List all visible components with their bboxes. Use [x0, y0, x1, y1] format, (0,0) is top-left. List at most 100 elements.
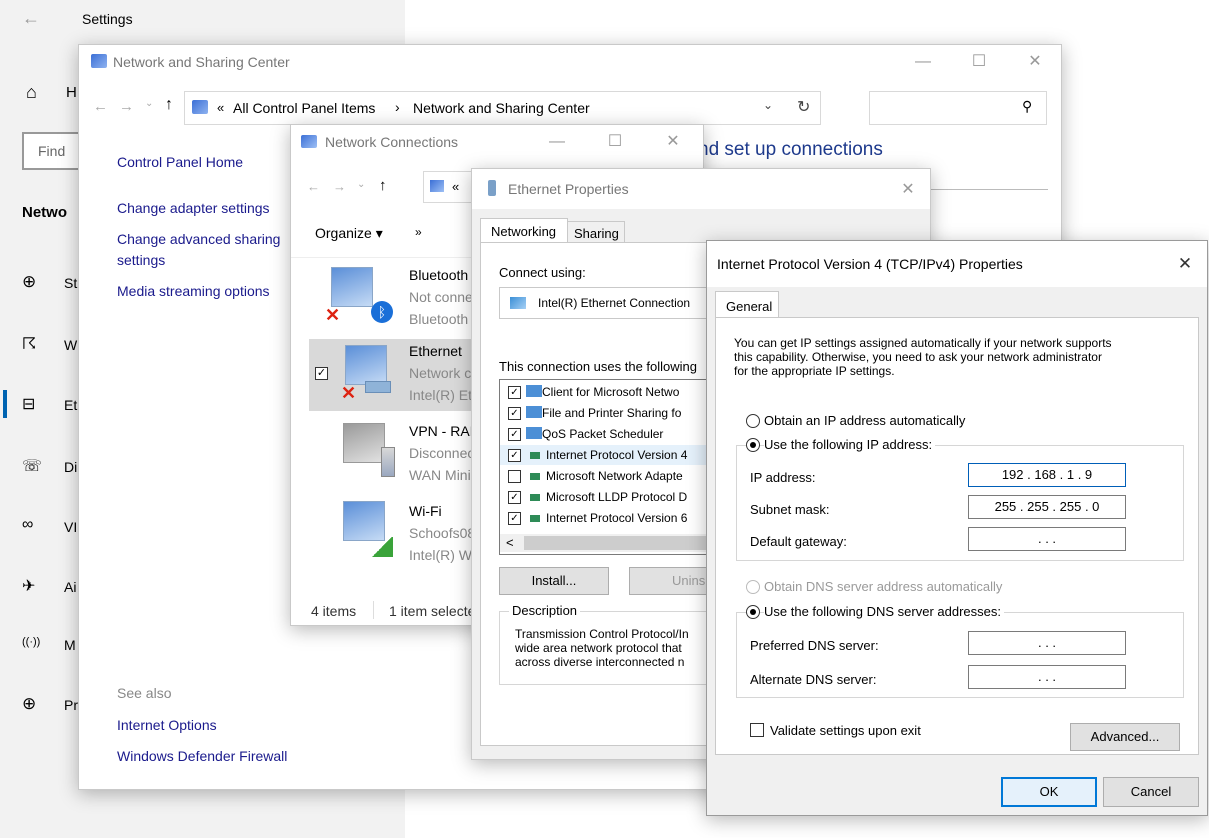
scroll-left-icon[interactable]: <	[506, 535, 514, 550]
tab-sharing[interactable]: Sharing	[567, 221, 625, 243]
horizontal-scrollbar[interactable]: <	[500, 534, 720, 552]
link-control-panel-home[interactable]: Control Panel Home	[117, 154, 243, 170]
close-button[interactable]: ✕	[655, 129, 691, 155]
intro-line-3: for the appropriate IP settings.	[734, 364, 895, 378]
status-selected: 1 item selecte	[389, 603, 476, 619]
ip-address-field[interactable]: 192 . 168 . 1 . 9	[968, 463, 1126, 487]
close-button[interactable]: ✕	[1017, 49, 1053, 75]
nav-item-status[interactable]: ⊕ St	[22, 272, 82, 296]
tab-networking[interactable]: Networking	[480, 218, 568, 243]
list-item[interactable]: ✓ QoS Packet Scheduler	[500, 424, 720, 444]
maximize-button[interactable]: ☐	[597, 129, 633, 155]
advanced-button[interactable]: Advanced...	[1070, 723, 1180, 751]
list-item[interactable]: ✓ Client for Microsoft Netwo	[500, 382, 720, 402]
refresh-icon[interactable]: ↻	[797, 97, 810, 117]
ipv4-titlebar[interactable]: Internet Protocol Version 4 (TCP/IPv4) P…	[707, 241, 1207, 287]
link-change-advanced-sharing[interactable]: Change advanced sharing	[117, 231, 280, 247]
link-change-advanced-sharing-2[interactable]: settings	[117, 252, 165, 268]
back-arrow-icon[interactable]: ←	[93, 98, 108, 115]
ok-button[interactable]: OK	[1001, 777, 1097, 807]
preferred-dns-field[interactable]: . . .	[968, 631, 1126, 655]
airplane-icon: ✈	[22, 578, 36, 595]
network-folder-icon	[430, 180, 444, 192]
address-bar[interactable]: « All Control Panel Items › Network and …	[184, 91, 821, 125]
scrollbar-thumb[interactable]	[524, 536, 714, 550]
cancel-button[interactable]: Cancel	[1103, 777, 1199, 807]
nav-item-wifi[interactable]: ☈ W	[22, 334, 82, 358]
validate-label[interactable]: Validate settings upon exit	[770, 723, 921, 738]
organize-menu[interactable]: Organize ▾	[315, 225, 383, 242]
status-item-count: 4 items	[311, 603, 357, 619]
list-item[interactable]: ✓ Microsoft LLDP Protocol D	[500, 487, 720, 507]
connection-device: Bluetooth	[409, 311, 469, 327]
ok-label: OK	[1039, 784, 1059, 799]
recent-chevron-icon[interactable]: ⌄	[145, 98, 153, 109]
minimize-button[interactable]: —	[539, 129, 575, 155]
link-change-adapter-settings[interactable]: Change adapter settings	[117, 200, 270, 216]
use-ip-label[interactable]: Use the following IP address:	[764, 437, 936, 452]
link-windows-defender-firewall[interactable]: Windows Defender Firewall	[117, 748, 287, 764]
eth-titlebar[interactable]: Ethernet Properties ✕	[472, 169, 930, 209]
component-checkbox[interactable]: ✓	[508, 407, 521, 420]
close-button[interactable]: ✕	[890, 177, 926, 203]
see-also-label: See also	[117, 685, 172, 701]
component-checkbox[interactable]: ✓	[508, 386, 521, 399]
maximize-button[interactable]: ☐	[961, 49, 997, 75]
up-arrow-icon[interactable]: ↑	[165, 96, 173, 114]
find-placeholder: Find	[38, 143, 66, 159]
list-item[interactable]: ✓ File and Printer Sharing fo	[500, 403, 720, 423]
back-arrow-icon[interactable]: ←	[22, 8, 40, 29]
bluetooth-icon: ᛒ	[371, 301, 393, 323]
back-arrow-icon[interactable]: ←	[307, 179, 320, 194]
obtain-ip-label[interactable]: Obtain an IP address automatically	[764, 413, 965, 428]
component-checkbox[interactable]: ✓	[508, 491, 521, 504]
list-item[interactable]: Microsoft Network Adapte	[500, 466, 720, 486]
nav-item-ethernet[interactable]: ⊟ Et	[22, 394, 82, 418]
nav-item-dialup[interactable]: ☏ Di	[22, 456, 82, 480]
component-checkbox[interactable]: ✓	[508, 449, 521, 462]
search-box[interactable]: ⚲	[869, 91, 1047, 125]
component-checkbox[interactable]: ✓	[508, 428, 521, 441]
link-internet-options[interactable]: Internet Options	[117, 717, 217, 733]
install-button[interactable]: Install...	[499, 567, 609, 595]
alternate-dns-field[interactable]: . . .	[968, 665, 1126, 689]
use-ip-radio[interactable]	[746, 438, 760, 452]
list-item-selected[interactable]: ✓ Internet Protocol Version 4	[500, 445, 720, 465]
nsc-titlebar[interactable]: Network and Sharing Center — ☐ ✕	[79, 45, 1061, 79]
nav-item-vpn[interactable]: ∞ VI	[22, 516, 82, 540]
forward-arrow-icon[interactable]: →	[119, 98, 134, 115]
forward-arrow-icon[interactable]: →	[333, 179, 346, 194]
nc-titlebar[interactable]: Network Connections — ☐ ✕	[291, 125, 703, 159]
minimize-button[interactable]: —	[905, 49, 941, 75]
use-dns-label[interactable]: Use the following DNS server addresses:	[764, 604, 1004, 619]
validate-checkbox[interactable]	[750, 723, 764, 737]
subnet-mask-field[interactable]: 255 . 255 . 255 . 0	[968, 495, 1126, 519]
nav-item-hotspot[interactable]: ((·)) M	[22, 634, 82, 658]
nav-item-airplane[interactable]: ✈ Ai	[22, 576, 82, 600]
obtain-ip-radio[interactable]	[746, 414, 760, 428]
client-icon	[526, 385, 542, 397]
home-label[interactable]: H	[66, 84, 77, 101]
find-setting-input[interactable]: Find	[22, 132, 86, 170]
tab-general[interactable]: General	[715, 291, 779, 318]
components-list[interactable]: ✓ Client for Microsoft Netwo ✓ File and …	[499, 379, 721, 555]
home-icon[interactable]: ⌂	[26, 82, 37, 103]
list-item[interactable]: ✓ Internet Protocol Version 6	[500, 508, 720, 528]
recent-chevron-icon[interactable]: ⌄	[357, 179, 365, 190]
client-icon	[526, 427, 542, 439]
client-icon	[526, 406, 542, 418]
nav-item-proxy[interactable]: ⊕ Pr	[22, 694, 82, 718]
link-media-streaming[interactable]: Media streaming options	[117, 283, 270, 299]
component-checkbox[interactable]	[508, 470, 521, 483]
selection-checkbox[interactable]: ✓	[315, 367, 328, 380]
up-arrow-icon[interactable]: ↑	[379, 177, 387, 194]
breadcrumb-all-items[interactable]: All Control Panel Items	[233, 100, 375, 116]
default-gateway-field[interactable]: . . .	[968, 527, 1126, 551]
address-dropdown-icon[interactable]: ⌄	[763, 98, 773, 112]
more-commands[interactable]: »	[415, 225, 422, 239]
description-line-2: wide area network protocol that	[515, 641, 682, 655]
component-checkbox[interactable]: ✓	[508, 512, 521, 525]
close-button[interactable]: ✕	[1167, 251, 1203, 277]
use-dns-radio[interactable]	[746, 605, 760, 619]
breadcrumb-nsc[interactable]: Network and Sharing Center	[413, 100, 590, 116]
